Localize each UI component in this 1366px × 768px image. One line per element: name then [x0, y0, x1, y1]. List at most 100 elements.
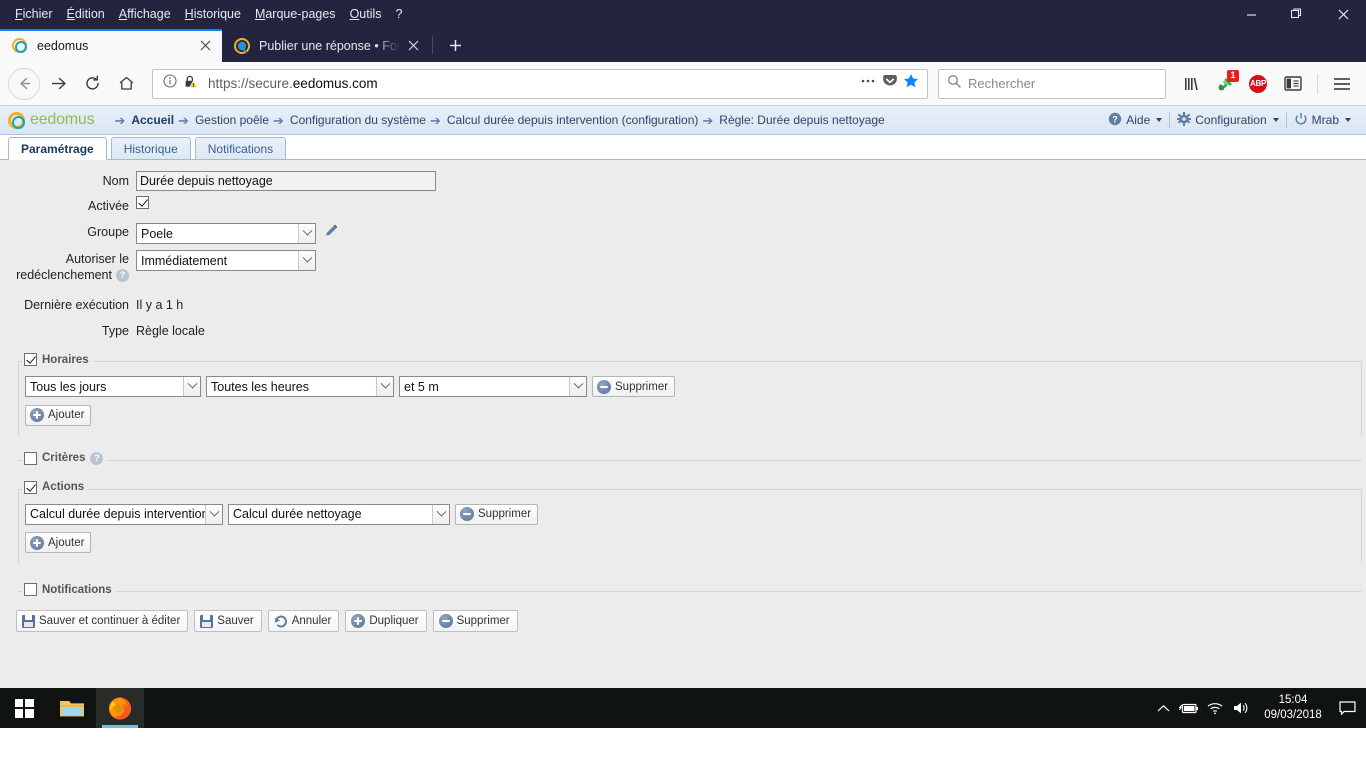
- menu-affichage[interactable]: Affichage: [112, 3, 178, 25]
- wifi-icon[interactable]: [1202, 688, 1228, 728]
- header-menu-aide[interactable]: ? Aide: [1101, 112, 1169, 129]
- minimize-icon[interactable]: [1228, 0, 1274, 28]
- extension-badge: 1: [1227, 69, 1239, 82]
- chevron-down-icon[interactable]: [298, 251, 315, 270]
- nom-input[interactable]: [136, 171, 436, 191]
- ellipsis-icon[interactable]: [859, 74, 877, 93]
- cancel-button[interactable]: Annuler: [267, 610, 340, 632]
- breadcrumb-item-regle[interactable]: ➔ Règle: Durée depuis nettoyage: [700, 113, 886, 127]
- tab-historique[interactable]: Historique: [110, 137, 191, 159]
- menu-outils[interactable]: Outils: [343, 3, 389, 25]
- identity-box[interactable]: [159, 74, 204, 94]
- restore-icon[interactable]: [1274, 0, 1320, 28]
- activee-checkbox[interactable]: [136, 196, 149, 209]
- home-icon[interactable]: [110, 68, 142, 100]
- close-icon[interactable]: [196, 37, 214, 55]
- breadcrumb-item-accueil[interactable]: ➔ Accueil: [112, 113, 176, 127]
- chevron-down-icon[interactable]: [376, 377, 393, 396]
- url-text[interactable]: https://secure.eedomus.com: [204, 76, 859, 91]
- header-menu-configuration[interactable]: Configuration: [1170, 111, 1285, 129]
- help-icon[interactable]: ?: [116, 268, 129, 282]
- actions-value-select[interactable]: Calcul durée nettoyage: [228, 503, 450, 525]
- windows-start-icon[interactable]: [0, 688, 48, 728]
- help-icon: ?: [1108, 112, 1122, 129]
- hamburger-menu-icon[interactable]: [1326, 68, 1358, 100]
- library-icon[interactable]: [1176, 68, 1208, 100]
- criteres-checkbox[interactable]: [24, 451, 37, 465]
- actions-target-select[interactable]: Calcul durée depuis intervention: [25, 503, 223, 525]
- horaires-minute-select[interactable]: et 5 m: [399, 376, 587, 397]
- tab-parametrage[interactable]: Paramétrage: [8, 137, 107, 160]
- url-bar[interactable]: https://secure.eedomus.com: [152, 68, 928, 99]
- breadcrumb-item-calcul-duree[interactable]: ➔ Calcul durée depuis intervention (conf…: [428, 113, 700, 127]
- star-icon[interactable]: [903, 73, 919, 94]
- chevron-down-icon[interactable]: [205, 504, 222, 524]
- menu-marque-pages[interactable]: Marque-pages: [248, 3, 343, 25]
- chevron-down-icon[interactable]: [298, 224, 315, 243]
- chevron-down-icon[interactable]: [432, 504, 449, 524]
- menu-historique[interactable]: Historique: [178, 3, 248, 25]
- notification-icon[interactable]: [1332, 688, 1362, 728]
- tab-notifications[interactable]: Notifications: [194, 137, 287, 159]
- new-tab-button[interactable]: [439, 29, 471, 62]
- browser-tab-forum[interactable]: Publier une réponse • Forum ee: [222, 29, 430, 62]
- undo-icon: [274, 615, 288, 628]
- sidebar-icon[interactable]: [1277, 68, 1309, 100]
- search-bar[interactable]: Rechercher: [938, 68, 1166, 99]
- menu-aide[interactable]: ?: [389, 3, 410, 25]
- derniere-execution-value: Il y a 1 h: [136, 298, 184, 312]
- battery-charging-icon[interactable]: [1176, 688, 1202, 728]
- chevron-up-icon[interactable]: [1150, 688, 1176, 728]
- help-icon[interactable]: ?: [90, 451, 104, 465]
- field-row-activee: Activée: [0, 196, 1366, 216]
- close-icon[interactable]: [1320, 0, 1366, 28]
- browser-tab-eedomus[interactable]: eedomus: [0, 29, 222, 62]
- notifications-legend: Notifications: [22, 583, 116, 596]
- forward-icon[interactable]: [42, 68, 74, 100]
- derniere-execution-label: Dernière exécution: [24, 298, 129, 312]
- lock-warning-icon[interactable]: [183, 74, 198, 94]
- search-input[interactable]: Rechercher: [968, 76, 1035, 91]
- save-button[interactable]: Sauver: [194, 610, 262, 632]
- eedomus-logo[interactable]: eedomus: [8, 111, 95, 129]
- pocket-icon[interactable]: [882, 73, 898, 94]
- horaires-delete-button[interactable]: Supprimer: [592, 376, 676, 397]
- actions-row: Calcul durée depuis intervention Calcul …: [25, 503, 1361, 525]
- menu-edition[interactable]: Édition: [60, 3, 112, 25]
- type-value: Règle locale: [136, 324, 205, 338]
- save-and-continue-button[interactable]: Sauver et continuer à éditer: [16, 610, 189, 632]
- plus-circle-icon: [30, 408, 44, 422]
- horaires-checkbox[interactable]: [24, 353, 37, 366]
- pencil-icon[interactable]: [323, 222, 340, 245]
- arrow-right-icon: ➔: [273, 112, 284, 128]
- taskbar-clock[interactable]: 15:04 09/03/2018: [1254, 693, 1332, 723]
- type-label: Type: [101, 324, 129, 338]
- delete-button[interactable]: Supprimer: [432, 610, 518, 632]
- reload-icon[interactable]: [76, 68, 108, 100]
- chevron-down-icon[interactable]: [183, 377, 200, 396]
- adblock-plus-icon[interactable]: ABP: [1242, 68, 1274, 100]
- info-icon[interactable]: [163, 74, 177, 93]
- groupe-select[interactable]: Poele: [136, 223, 316, 244]
- horaires-add-button[interactable]: Ajouter: [25, 404, 92, 426]
- menu-fichier[interactable]: Fichier: [8, 3, 60, 25]
- breadcrumb-item-gestion-poele[interactable]: ➔ Gestion poêle: [176, 113, 271, 127]
- firefox-icon[interactable]: [96, 688, 144, 728]
- horaires-day-select[interactable]: Tous les jours: [25, 376, 201, 397]
- horaires-hour-select[interactable]: Toutes les heures: [206, 376, 394, 397]
- actions-checkbox[interactable]: [24, 480, 37, 494]
- volume-icon[interactable]: [1228, 688, 1254, 728]
- notifications-checkbox[interactable]: [24, 583, 37, 596]
- forum-favicon: [234, 37, 250, 54]
- extension-icon[interactable]: 1: [1211, 69, 1239, 98]
- breadcrumb-item-configuration-systeme[interactable]: ➔ Configuration du système: [271, 113, 428, 127]
- chevron-down-icon[interactable]: [569, 377, 586, 396]
- file-explorer-icon[interactable]: [48, 688, 96, 728]
- header-menu-user[interactable]: Mrab: [1287, 112, 1358, 129]
- actions-delete-button[interactable]: Supprimer: [455, 503, 539, 525]
- close-icon[interactable]: [404, 37, 422, 55]
- back-icon[interactable]: [8, 67, 40, 100]
- duplicate-button[interactable]: Dupliquer: [345, 610, 427, 632]
- actions-add-button[interactable]: Ajouter: [25, 532, 92, 553]
- redeclenchement-select[interactable]: Immédiatement: [136, 250, 316, 271]
